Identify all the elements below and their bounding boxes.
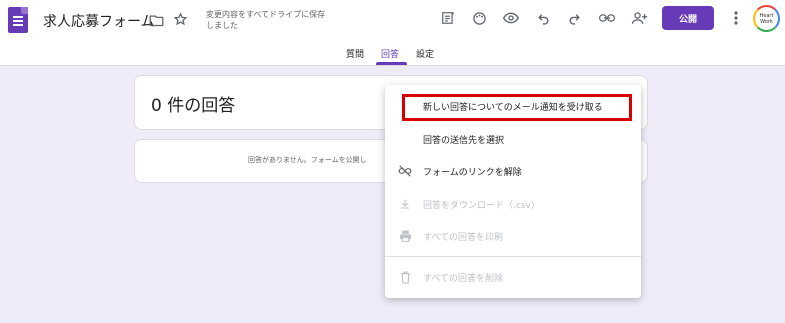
menu-item-select-destination[interactable]: 回答の送信先を選択 (385, 127, 641, 151)
active-tab-indicator (376, 62, 407, 65)
undo-icon[interactable] (535, 10, 551, 26)
tab-settings[interactable]: 設定 (416, 47, 434, 60)
redo-icon[interactable] (566, 10, 582, 26)
menu-item-print-all[interactable]: すべての回答を印刷 (385, 224, 641, 248)
palette-icon[interactable] (471, 10, 487, 26)
save-status-text: 変更内容をすべてドライブに保存しました (206, 10, 326, 30)
add-collaborator-icon[interactable] (630, 10, 648, 26)
link-icon[interactable] (598, 10, 616, 26)
print-icon (397, 228, 413, 244)
google-forms-logo[interactable] (8, 7, 28, 33)
app-header: 求人応募フォーム 変更内容をすべてドライブに保存しました 公開 Heart Wo… (0, 0, 785, 66)
folder-icon[interactable] (148, 12, 164, 28)
menu-item-unlink-form[interactable]: フォームのリンクを解除 (385, 159, 641, 183)
link-off-icon (397, 163, 413, 179)
publish-button[interactable]: 公開 (662, 6, 714, 30)
menu-item-label: フォームのリンクを解除 (423, 168, 522, 178)
download-icon (397, 196, 413, 212)
menu-item-label: 回答の送信先を選択 (423, 136, 505, 146)
highlight-box (402, 94, 632, 121)
customize-icon[interactable] (440, 10, 456, 26)
trash-icon (397, 269, 413, 285)
response-count: 0 件の回答 (151, 96, 236, 116)
menu-item-download-csv[interactable]: 回答をダウンロード（.csv） (385, 192, 641, 216)
menu-divider (385, 256, 641, 257)
tab-responses[interactable]: 回答 (381, 47, 399, 60)
menu-item-delete-all[interactable]: すべての回答を削除 (385, 265, 641, 289)
tab-questions[interactable]: 質問 (346, 47, 364, 60)
form-title[interactable]: 求人応募フォーム (43, 11, 155, 31)
menu-item-label: 回答をダウンロード（.csv） (423, 201, 540, 211)
preview-eye-icon[interactable] (502, 10, 520, 26)
account-avatar[interactable]: Heart Work (753, 5, 780, 32)
no-responses-message: 回答がありません。フォームを公開し (248, 156, 367, 164)
menu-item-label: すべての回答を削除 (423, 274, 504, 284)
star-icon[interactable] (172, 11, 188, 27)
menu-item-label: すべての回答を印刷 (423, 233, 504, 243)
more-options-icon[interactable] (729, 10, 743, 26)
